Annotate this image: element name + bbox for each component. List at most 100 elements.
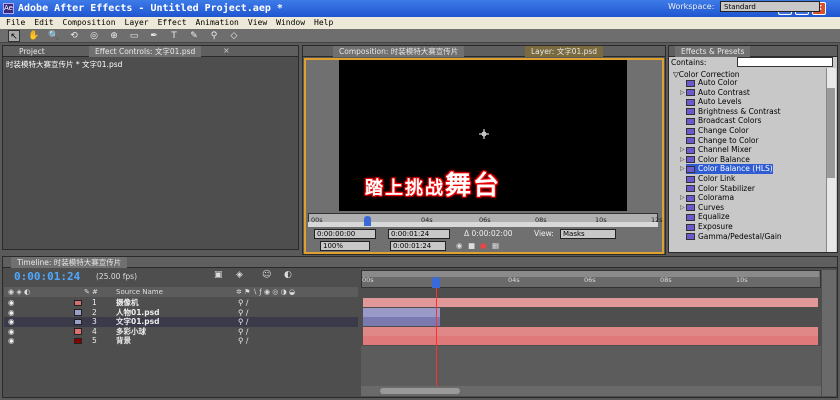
zoom-select[interactable]: 100%	[320, 241, 370, 251]
tab-effects-presets[interactable]: Effects & Presets	[675, 46, 751, 57]
layer-name[interactable]: 多彩小球	[116, 327, 146, 337]
effect-item[interactable]: ▷ Color Balance (HLS)	[680, 164, 773, 174]
effect-item[interactable]: Color Link	[686, 174, 735, 184]
menu-window[interactable]: Window	[276, 17, 305, 29]
camera-icon[interactable]: ◉	[456, 240, 463, 252]
expand-arrow-icon[interactable]: ▷	[680, 145, 685, 155]
eye-icon[interactable]: ◉	[8, 298, 15, 308]
effect-item[interactable]: Change Color	[686, 126, 749, 136]
expand-arrow-icon[interactable]: ▷	[680, 193, 685, 203]
text-tool-icon[interactable]: T	[168, 30, 180, 42]
eye-icon[interactable]: ◉	[8, 317, 15, 327]
layer-row[interactable]: ◉ 2 人物01.psd ⚲ ∕	[4, 308, 358, 318]
close-icon[interactable]: ×	[223, 46, 230, 55]
menu-file[interactable]: File	[6, 17, 25, 29]
layer-duration-bar[interactable]	[363, 307, 441, 317]
eye-icon[interactable]: ◉	[8, 308, 15, 318]
effect-item[interactable]: Change to Color	[686, 136, 759, 146]
layer-row[interactable]: ◉ 4 多彩小球 ⚲ ∕	[4, 327, 358, 337]
menu-edit[interactable]: Edit	[34, 17, 53, 29]
motion-blur-icon[interactable]: ◐	[284, 270, 292, 280]
menu-help[interactable]: Help	[314, 17, 333, 29]
zoom-tool-icon[interactable]: 🔍	[48, 30, 60, 42]
effect-item[interactable]: Equalize	[686, 212, 730, 222]
label-color-swatch[interactable]	[74, 299, 82, 306]
workspace-select[interactable]: Standard	[720, 1, 820, 12]
pen-tool-icon[interactable]: ✒	[148, 30, 160, 42]
effect-item[interactable]: Auto Levels	[686, 97, 742, 107]
layer-switches-icon[interactable]: ⚲ ∕	[238, 327, 248, 337]
layer-switches-icon[interactable]: ⚲ ∕	[238, 336, 248, 346]
label-color-swatch[interactable]	[74, 328, 82, 335]
eraser-tool-icon[interactable]: ◇	[228, 30, 240, 42]
effects-scroll-thumb[interactable]	[827, 88, 835, 178]
current-time-field[interactable]: 0:00:01:24	[388, 229, 450, 239]
effect-item[interactable]: ▷ Color Balance	[680, 155, 750, 165]
effect-item[interactable]: Color Stabilizer	[686, 184, 755, 194]
expand-arrow-icon[interactable]: ▷	[680, 155, 685, 165]
effect-item[interactable]: Exposure	[686, 222, 733, 232]
effect-item[interactable]: Gamma/Pedestal/Gain	[686, 232, 782, 242]
expand-arrow-icon[interactable]: ▷	[680, 203, 685, 213]
effect-item[interactable]: Auto Color	[686, 78, 737, 88]
mask-tool-icon[interactable]: ▭	[128, 30, 140, 42]
layer-duration-bar[interactable]	[363, 336, 818, 345]
layer-duration-bar[interactable]	[363, 298, 818, 307]
effect-item[interactable]: Brightness & Contrast	[686, 107, 781, 117]
menu-effect[interactable]: Effect	[158, 17, 187, 29]
layer-row[interactable]: ◉ 1 摄像机 ⚲ ∕	[4, 298, 358, 308]
timeline-vertical-scrollbar[interactable]	[822, 270, 836, 396]
pan-behind-tool-icon[interactable]: ⊕	[108, 30, 120, 42]
label-color-swatch[interactable]	[74, 318, 82, 325]
tab-composition[interactable]: Composition: 时装模特大赛宣传片	[333, 46, 465, 57]
layer-duration-bar[interactable]	[363, 317, 441, 326]
layer-name[interactable]: 人物01.psd	[116, 308, 160, 318]
menu-animation[interactable]: Animation	[196, 17, 239, 29]
effect-item[interactable]: ▷ Curves	[680, 203, 724, 213]
timecode-field[interactable]: 0:00:01:24	[390, 241, 446, 251]
effect-item[interactable]: ▷ Channel Mixer	[680, 145, 752, 155]
orbit-camera-tool-icon[interactable]: ◎	[88, 30, 100, 42]
eye-icon[interactable]: ◉	[8, 336, 15, 346]
effect-item[interactable]: Broadcast Colors	[686, 116, 761, 126]
timeline-current-time[interactable]: 0:00:01:24	[14, 270, 80, 283]
anchor-point-icon[interactable]	[479, 129, 489, 139]
layer-switches-icon[interactable]: ⚲ ∕	[238, 298, 248, 308]
layer-name[interactable]: 文字01.psd	[116, 317, 160, 327]
tab-effect-controls[interactable]: Effect Controls: 文字01.psd	[89, 46, 202, 57]
menu-composition[interactable]: Composition	[63, 17, 116, 29]
color-swatch-icon[interactable]: ■	[468, 240, 475, 252]
menu-view[interactable]: View	[248, 17, 267, 29]
shy-layers-icon[interactable]: ☺	[262, 270, 271, 280]
channel-icon[interactable]: ●	[480, 240, 487, 252]
layer-name[interactable]: 摄像机	[116, 298, 139, 308]
tab-layer[interactable]: Layer: 文字01.psd	[525, 46, 604, 57]
effect-item[interactable]: ▷ Colorama	[680, 193, 734, 203]
current-time-indicator-handle[interactable]	[431, 277, 440, 288]
label-color-swatch[interactable]	[74, 337, 82, 344]
expand-arrow-icon[interactable]: ▷	[680, 88, 685, 98]
tab-timeline[interactable]: Timeline: 时装模特大赛宣传片	[11, 257, 128, 268]
menu-layer[interactable]: Layer	[125, 17, 149, 29]
comp-playhead-handle[interactable]	[364, 216, 371, 226]
hand-tool-icon[interactable]: ✋	[28, 30, 40, 42]
layer-row[interactable]: ◉ 5 背景 ⚲ ∕	[4, 336, 358, 346]
view-select[interactable]: Masks	[560, 229, 616, 239]
column-source-name[interactable]: Source Name	[116, 287, 163, 297]
effects-search-input[interactable]	[737, 57, 833, 67]
grid-icon[interactable]: ▦	[492, 240, 499, 252]
expand-arrow-icon[interactable]: ▷	[680, 164, 685, 174]
layer-switches-icon[interactable]: ⚲ ∕	[238, 308, 248, 318]
layer-row[interactable]: ◉ 3 文字01.psd ⚲ ∕	[4, 317, 358, 327]
layer-switches-icon[interactable]: ⚲ ∕	[238, 317, 248, 327]
rotate-tool-icon[interactable]: ⟲	[68, 30, 80, 42]
effect-item[interactable]: ▷ Auto Contrast	[680, 88, 750, 98]
selection-tool-icon[interactable]: ↖	[8, 30, 20, 42]
label-color-swatch[interactable]	[74, 309, 82, 316]
start-time-field[interactable]: 0:00:00:00	[314, 229, 376, 239]
layer-name[interactable]: 背景	[116, 336, 131, 346]
timeline-scroll-thumb[interactable]	[380, 388, 460, 394]
layer-duration-bar[interactable]	[363, 326, 818, 336]
tab-project[interactable]: Project	[13, 46, 51, 57]
eye-icon[interactable]: ◉	[8, 327, 15, 337]
